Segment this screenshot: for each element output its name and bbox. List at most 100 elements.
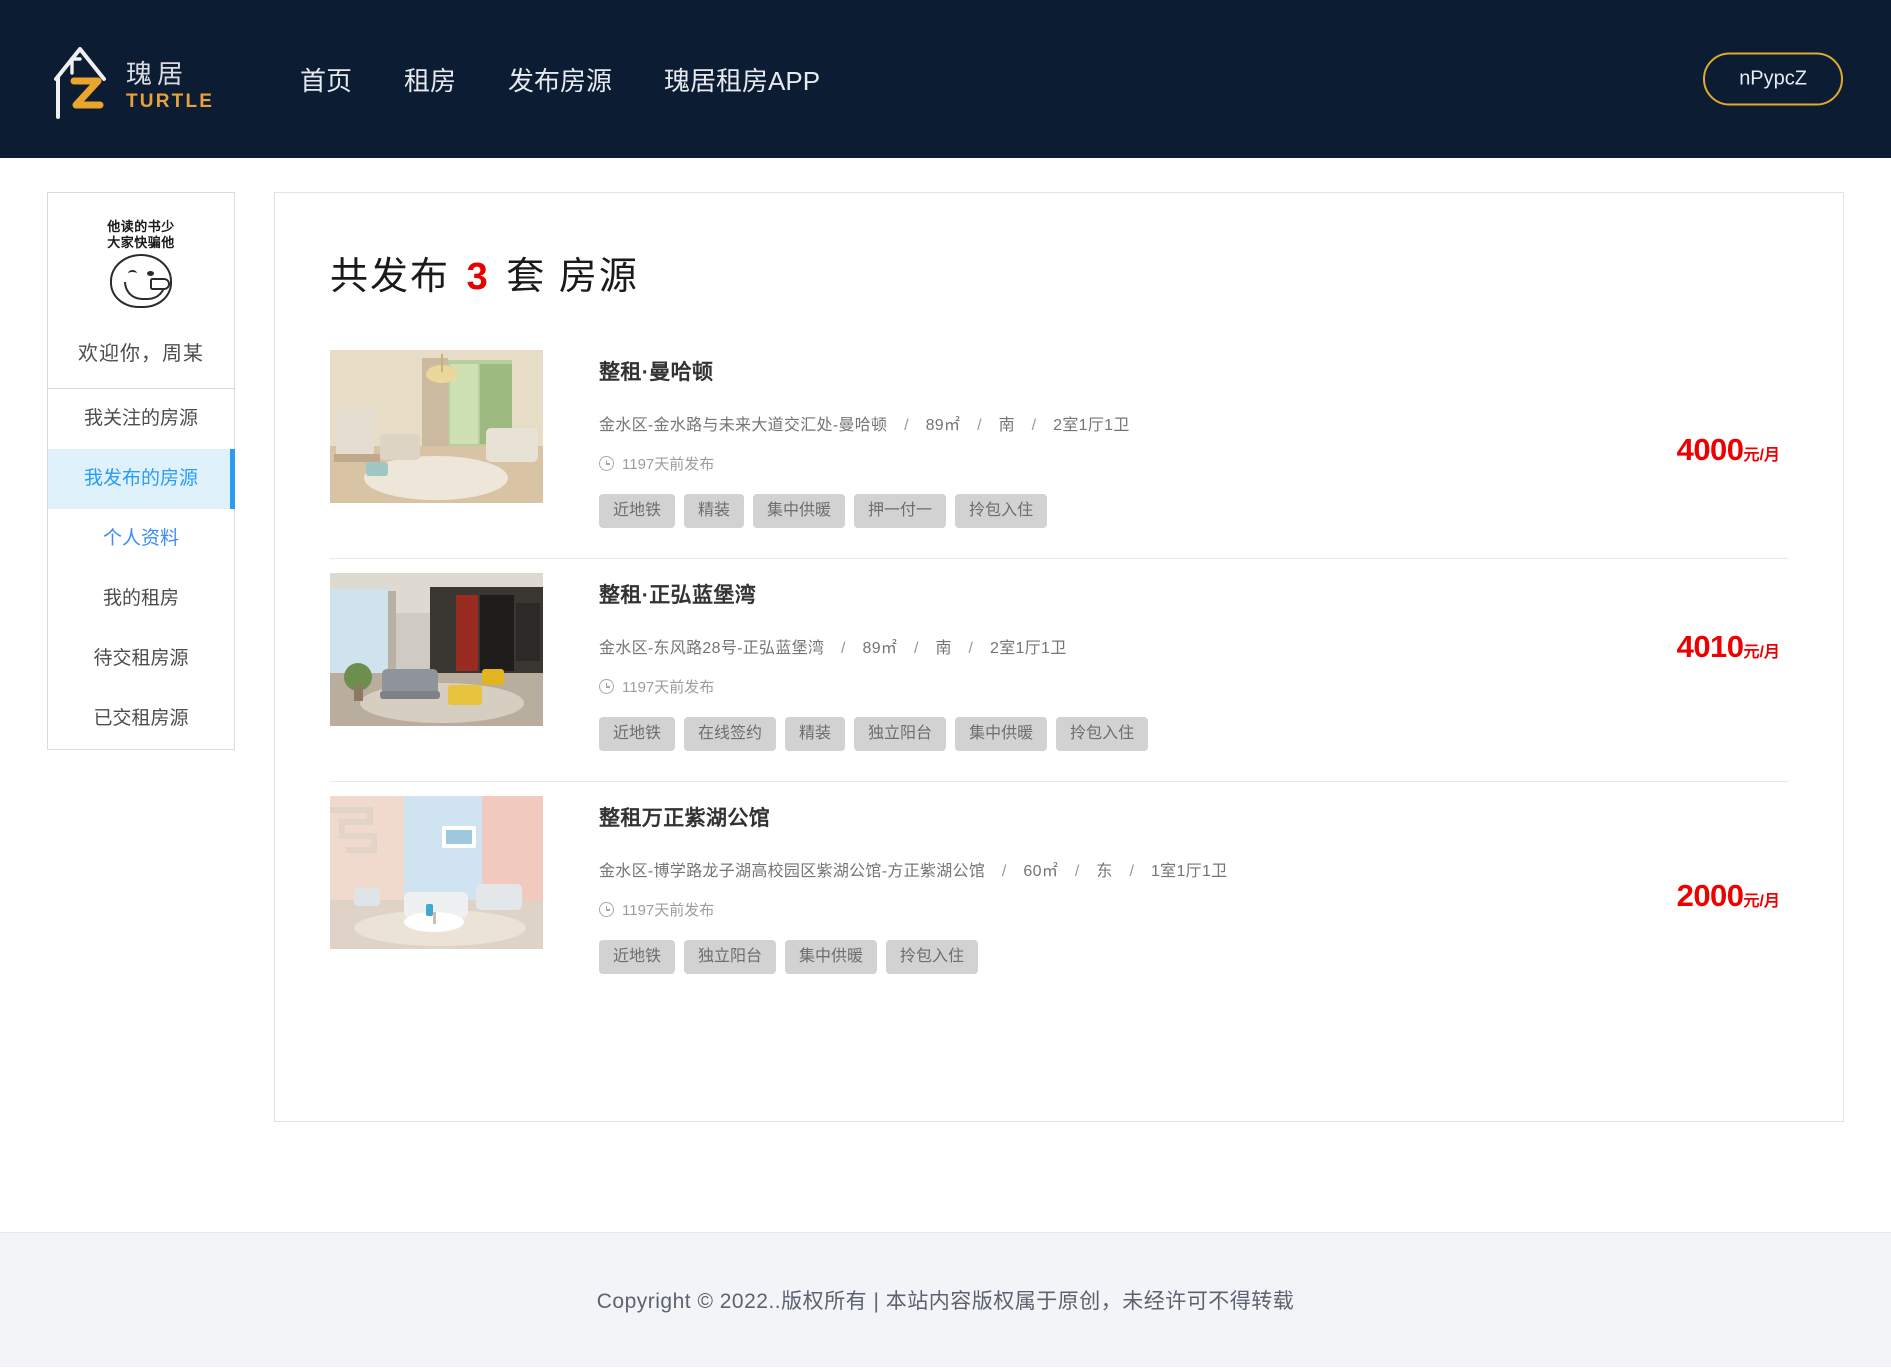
listing-tag: 拎包入住 [955, 494, 1048, 528]
listing-price: 4010元/月 [1677, 629, 1780, 665]
listing-info: 整租·曼哈顿 金水区-金水路与未来大道交汇处-曼哈顿 / 89㎡ / 南 / 2… [543, 350, 1788, 528]
sidebar-item-followed[interactable]: 我关注的房源 [48, 389, 234, 449]
site-logo[interactable]: 瑰居 TURTLE [46, 37, 236, 121]
meta-separator: / [1129, 863, 1135, 880]
avatar-caption-line2: 大家快骗他 [107, 235, 175, 251]
user-account-button[interactable]: nPypcZ [1703, 52, 1843, 106]
listing-area: 89㎡ [926, 417, 961, 434]
listing-meta: 金水区-东风路28号-正弘蓝堡湾 / 89㎡ / 南 / 2室1厅1卫 [599, 634, 1788, 658]
meta-separator: / [841, 640, 846, 657]
listing-meta: 金水区-金水路与未来大道交汇处-曼哈顿 / 89㎡ / 南 / 2室1厅1卫 [599, 411, 1788, 435]
listing-area-value: 89 [862, 640, 881, 657]
nav-rent[interactable]: 租房 [378, 51, 482, 108]
meta-separator: / [913, 640, 919, 657]
meta-separator: / [1001, 863, 1007, 880]
listing-tag: 精装 [684, 494, 745, 528]
logo-text-en: TURTLE [126, 91, 215, 112]
page-body: 他读的书少 大家快骗他 欢迎你，周某 我关注的房源 我发布的房源 个人资料 我的… [0, 158, 1891, 1188]
listing-price-unit: 元/月 [1743, 893, 1780, 910]
listing-tag: 近地铁 [599, 940, 676, 974]
sidebar-item-my-rental[interactable]: 我的租房 [48, 569, 234, 629]
listing-tag: 在线签约 [684, 717, 777, 751]
profile-block: 他读的书少 大家快骗他 欢迎你，周某 [48, 193, 234, 389]
listing-time-text: 1197天前发布 [622, 902, 715, 919]
listing-area-value: 60 [1023, 863, 1042, 880]
listing-tag: 精装 [785, 717, 846, 751]
listing-tag: 独立阳台 [854, 717, 947, 751]
sidebar-item-profile[interactable]: 个人资料 [48, 509, 234, 569]
listing-thumbnail[interactable] [330, 796, 543, 949]
meta-separator: / [968, 640, 974, 657]
nav-home[interactable]: 首页 [274, 51, 378, 108]
avatar-face-icon [110, 253, 172, 308]
listing-meta: 金水区-博学路龙子湖高校园区紫湖公馆-方正紫湖公馆 / 60㎡ / 东 / 1室… [599, 857, 1788, 881]
listing-area-unit: ㎡ [1041, 863, 1059, 880]
listing-time: 1197天前发布 [599, 899, 1788, 920]
listing-area: 60㎡ [1023, 863, 1058, 880]
listing-tag: 独立阳台 [684, 940, 777, 974]
avatar-caption-line1: 他读的书少 [107, 219, 175, 234]
listing-title[interactable]: 整租·正弘蓝堡湾 [599, 579, 1788, 609]
listing-row[interactable]: 整租·曼哈顿 金水区-金水路与未来大道交汇处-曼哈顿 / 89㎡ / 南 / 2… [330, 336, 1788, 559]
listing-row[interactable]: 整租·正弘蓝堡湾 金水区-东风路28号-正弘蓝堡湾 / 89㎡ / 南 / 2室… [330, 559, 1788, 782]
listing-area-unit: ㎡ [944, 417, 961, 434]
listing-tag: 集中供暖 [753, 494, 846, 528]
listing-info: 整租万正紫湖公馆 金水区-博学路龙子湖高校园区紫湖公馆-方正紫湖公馆 / 60㎡… [543, 796, 1788, 974]
listing-price-amount: 4010 [1676, 629, 1744, 664]
listing-time-text: 1197天前发布 [622, 456, 715, 473]
page-title: 共发布 3 套 房源 [330, 245, 1788, 300]
listing-thumbnail[interactable] [330, 573, 543, 726]
copyright-text: Copyright © 2022..版权所有 | 本站内容版权属于原创，未经许可… [596, 1290, 1295, 1313]
clock-icon [599, 679, 614, 694]
listing-tag: 拎包入住 [1056, 717, 1149, 751]
listing-price-unit: 元/月 [1743, 644, 1780, 661]
listing-count: 3 [466, 256, 490, 298]
listing-orientation: 南 [935, 640, 952, 657]
listing-info: 整租·正弘蓝堡湾 金水区-东风路28号-正弘蓝堡湾 / 89㎡ / 南 / 2室… [543, 573, 1788, 751]
listing-tags: 近地铁 在线签约 精装 独立阳台 集中供暖 拎包入住 [599, 717, 1788, 751]
listing-tags: 近地铁 独立阳台 集中供暖 拎包入住 [599, 940, 1788, 974]
sidebar-item-paid-rent[interactable]: 已交租房源 [48, 689, 234, 749]
site-footer: Copyright © 2022..版权所有 | 本站内容版权属于原创，未经许可… [0, 1232, 1891, 1367]
sidebar-item-published[interactable]: 我发布的房源 [48, 449, 235, 509]
meta-separator: / [904, 417, 909, 434]
clock-icon [599, 456, 614, 471]
listing-price-unit: 元/月 [1743, 447, 1780, 464]
listing-title[interactable]: 整租万正紫湖公馆 [599, 802, 1788, 832]
listing-title[interactable]: 整租·曼哈顿 [599, 356, 1788, 386]
sidebar-menu: 我关注的房源 我发布的房源 个人资料 我的租房 待交租房源 已交租房源 [48, 389, 235, 749]
listing-layout: 1室1厅1卫 [1150, 863, 1228, 880]
meta-separator: / [1074, 863, 1080, 880]
listing-price: 2000元/月 [1677, 878, 1780, 914]
listing-tags: 近地铁 精装 集中供暖 押一付一 拎包入住 [599, 494, 1788, 528]
nav-publish[interactable]: 发布房源 [482, 51, 638, 108]
listing-area: 89㎡ [863, 640, 898, 657]
listing-address: 金水区-东风路28号-正弘蓝堡湾 [599, 640, 825, 657]
published-listings-panel: 共发布 3 套 房源 整租·曼哈顿 金水区-金水路与未来大道交汇处-曼哈顿 / … [274, 192, 1844, 1122]
listing-layout: 2室1厅1卫 [1053, 417, 1130, 434]
listing-price-amount: 2000 [1676, 878, 1744, 913]
listing-time-text: 1197天前发布 [622, 679, 715, 696]
listing-orientation: 南 [998, 417, 1015, 434]
avatar[interactable]: 他读的书少 大家快骗他 [89, 219, 193, 323]
listing-tag: 拎包入住 [886, 940, 979, 974]
listing-time: 1197天前发布 [599, 676, 1788, 697]
site-header: 瑰居 TURTLE 首页 租房 发布房源 瑰居租房APP nPypcZ [0, 0, 1891, 158]
listing-time: 1197天前发布 [599, 453, 1788, 474]
listing-price: 4000元/月 [1677, 432, 1780, 468]
main-navigation: 首页 租房 发布房源 瑰居租房APP [274, 51, 846, 108]
listing-tag: 近地铁 [599, 494, 676, 528]
listing-row[interactable]: 整租万正紫湖公馆 金水区-博学路龙子湖高校园区紫湖公馆-方正紫湖公馆 / 60㎡… [330, 782, 1788, 1004]
sidebar-item-pending-rent[interactable]: 待交租房源 [48, 629, 234, 689]
listing-thumbnail[interactable] [330, 350, 543, 503]
listing-orientation: 东 [1096, 863, 1113, 880]
listing-area-unit: ㎡ [880, 640, 898, 657]
nav-app[interactable]: 瑰居租房APP [638, 51, 846, 108]
welcome-text: 欢迎你，周某 [78, 343, 204, 365]
listing-area-value: 89 [925, 417, 945, 434]
page-title-prefix: 共发布 [330, 256, 451, 298]
listing-tag: 押一付一 [854, 494, 947, 528]
listing-layout: 2室1厅1卫 [990, 640, 1067, 657]
avatar-hand-icon [150, 277, 170, 290]
listing-price-amount: 4000 [1676, 432, 1744, 467]
